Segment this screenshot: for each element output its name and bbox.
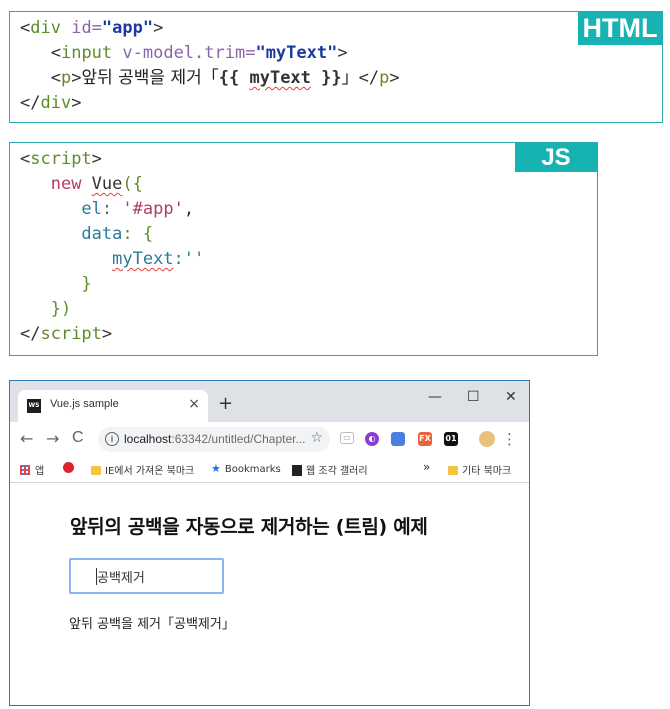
profile-avatar-icon[interactable] [479,431,495,447]
code-line: }) [50,299,72,319]
site-info-icon[interactable]: i [105,432,119,446]
address-bar[interactable]: i localhost:63342/untitled/Chapter... ☆ [98,427,330,452]
maximize-button[interactable]: ☐ [467,389,480,405]
web-slice-icon [292,465,302,476]
html-code: <div id="app"> <input v-model.trim="myTe… [20,16,400,116]
bookmark-bookmarks[interactable]: ★ Bookmarks [211,462,281,475]
fx-icon[interactable]: FX [418,432,432,446]
bookmark-apps[interactable]: 앱 [20,462,44,477]
star-icon: ★ [211,462,221,475]
page-content: 앞뒤의 공백을 자동으로 제거하는 (트림) 예제 앞뒤 공백을 제거「공백제거… [10,483,529,705]
url-text[interactable]: localhost:63342/untitled/Chapter... [124,432,305,446]
code-line: data: { [81,224,154,244]
bookmark-blue-icon[interactable] [391,432,405,446]
screen-capture-icon[interactable]: ▭ [340,432,354,444]
pinterest-icon[interactable] [63,462,74,474]
apps-grid-icon [20,465,30,475]
trim-result-text: 앞뒤 공백을 제거「공백제거」 [69,617,235,632]
folder-icon [91,466,101,475]
code-line: } [81,274,92,294]
text-caret [96,568,97,585]
html-code-panel: HTML <div id="app"> <input v-model.trim=… [9,11,663,123]
webstorm-favicon-icon: WS [27,399,41,413]
code-line: new Vue({ [50,174,143,194]
close-window-button[interactable]: ✕ [505,389,517,405]
chrome-menu-icon[interactable]: ⋮ [502,430,517,448]
code-line: </script> [20,324,113,344]
01-icon[interactable]: 01 [444,432,458,446]
code-line: <p>앞뒤 공백을 제거「{{ myText }}」</p> [50,68,400,88]
bookmarks-bar: 앱 IE에서 가져온 북마크 ★ Bookmarks 웹 조각 갤러리 » 기타 … [10,456,529,483]
page-heading: 앞뒤의 공백을 자동으로 제거하는 (트림) 예제 [70,516,428,538]
browser-tab[interactable]: WS Vue.js sample × [18,390,208,422]
js-code: <script> new Vue({ el: '#app', data: { m… [20,147,204,347]
code-line: <div id="app"> [20,18,164,38]
browser-window: WS Vue.js sample × + — ☐ ✕ ← → C i local… [9,380,530,706]
bookmark-star-icon[interactable]: ☆ [310,430,323,446]
js-badge: JS [515,143,597,172]
code-line: <script> [20,149,102,169]
back-button[interactable]: ← [20,429,33,448]
minimize-button[interactable]: — [428,389,442,405]
browser-toolbar: ← → C i localhost:63342/untitled/Chapter… [10,422,529,456]
bookmark-web-slices[interactable]: 웹 조각 갤러리 [292,462,368,477]
bookmarks-overflow-button[interactable]: » [423,460,430,474]
bookmark-other[interactable]: 기타 북마크 [448,462,511,477]
bookmark-ie-import[interactable]: IE에서 가져온 북마크 [91,462,194,477]
tab-title: Vue.js sample [50,398,119,410]
code-line: el: '#app', [81,199,195,219]
code-line: </div> [20,93,82,113]
js-code-panel: JS <script> new Vue({ el: '#app', data: … [9,142,598,356]
trim-text-input[interactable] [69,558,224,594]
forward-button[interactable]: → [46,429,59,448]
new-tab-button[interactable]: + [218,393,233,414]
reload-button[interactable]: C [72,429,84,447]
title-bar: WS Vue.js sample × + — ☐ ✕ [10,381,529,422]
code-line: <input v-model.trim="myText"> [50,43,348,63]
translate-icon[interactable]: ◐ [365,432,379,446]
folder-icon [448,466,458,475]
code-line: myText:'' [112,249,205,269]
html-badge: HTML [578,12,662,45]
tab-close-icon[interactable]: × [188,396,200,412]
